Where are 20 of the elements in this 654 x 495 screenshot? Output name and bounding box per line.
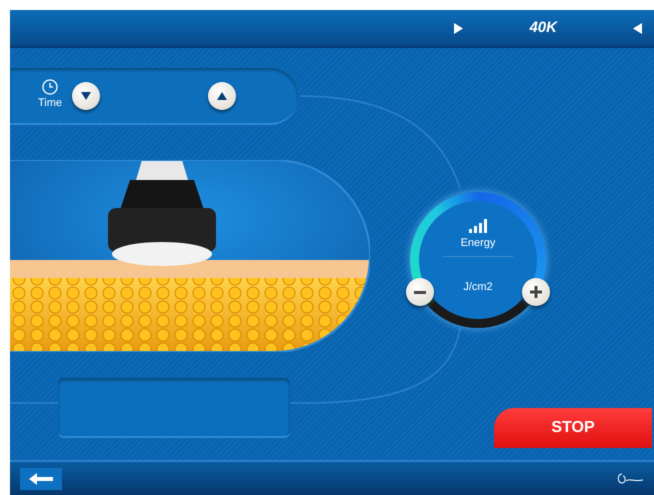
time-label: Time <box>38 96 62 112</box>
signal-bars-icon <box>469 219 487 233</box>
energy-label: Energy <box>460 236 496 251</box>
unit-label: J/cm2 <box>463 280 493 294</box>
decrease-button[interactable] <box>72 82 100 110</box>
back-button[interactable] <box>20 468 62 490</box>
back-triangle-icon[interactable] <box>633 22 642 34</box>
down-triangle-icon <box>81 92 92 100</box>
logo-icon <box>616 472 644 486</box>
left-arrow-icon <box>29 472 53 484</box>
minus-icon <box>414 290 426 294</box>
plus-button[interactable] <box>522 278 550 306</box>
increase-button[interactable] <box>208 82 236 110</box>
plus-icon <box>530 286 542 298</box>
play-icon[interactable] <box>454 22 464 34</box>
frequency-value: 40K <box>529 18 557 38</box>
up-triangle-icon <box>217 92 228 100</box>
stop-button[interactable]: STOP <box>494 408 652 448</box>
minus-button[interactable] <box>406 278 434 306</box>
clock-icon <box>42 79 58 96</box>
